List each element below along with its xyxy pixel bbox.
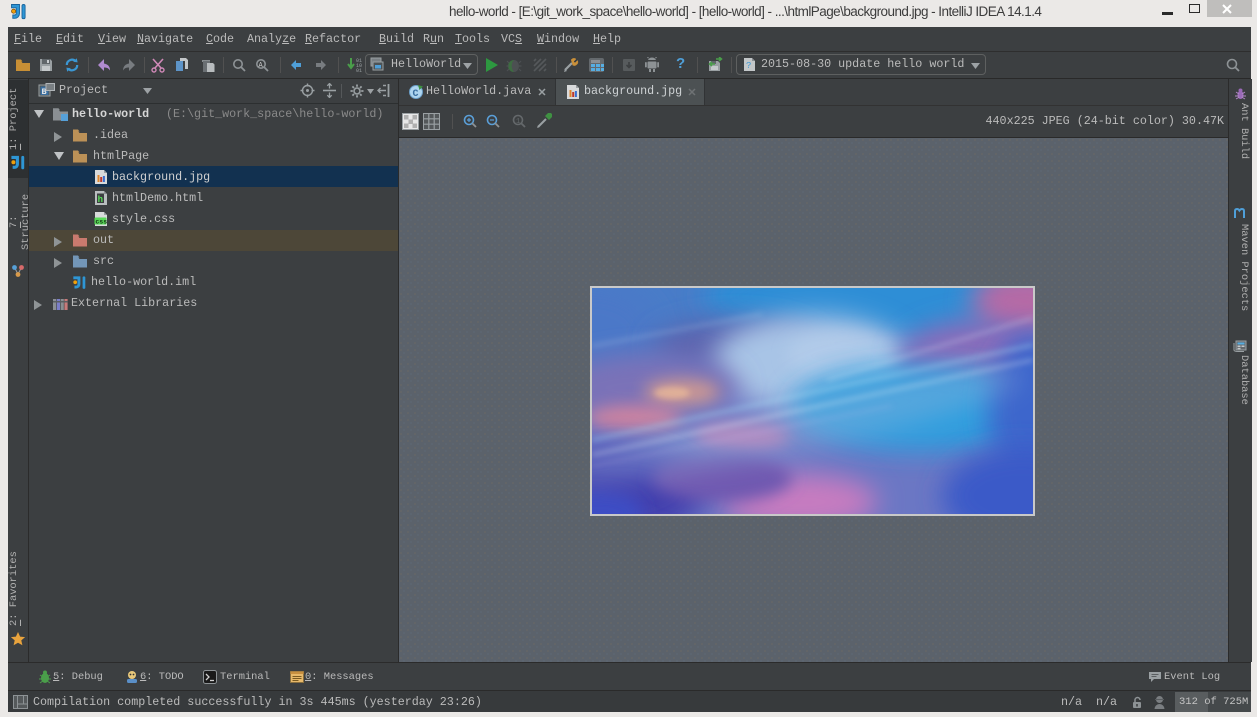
svg-text:css: css [95,218,107,225]
svg-text:01: 01 [356,68,362,73]
svg-text:h: h [98,195,103,205]
svg-text:1: 1 [516,118,520,126]
svg-text:C: C [413,89,419,100]
svg-text:A: A [259,62,264,70]
svg-text:?: ? [746,61,751,71]
